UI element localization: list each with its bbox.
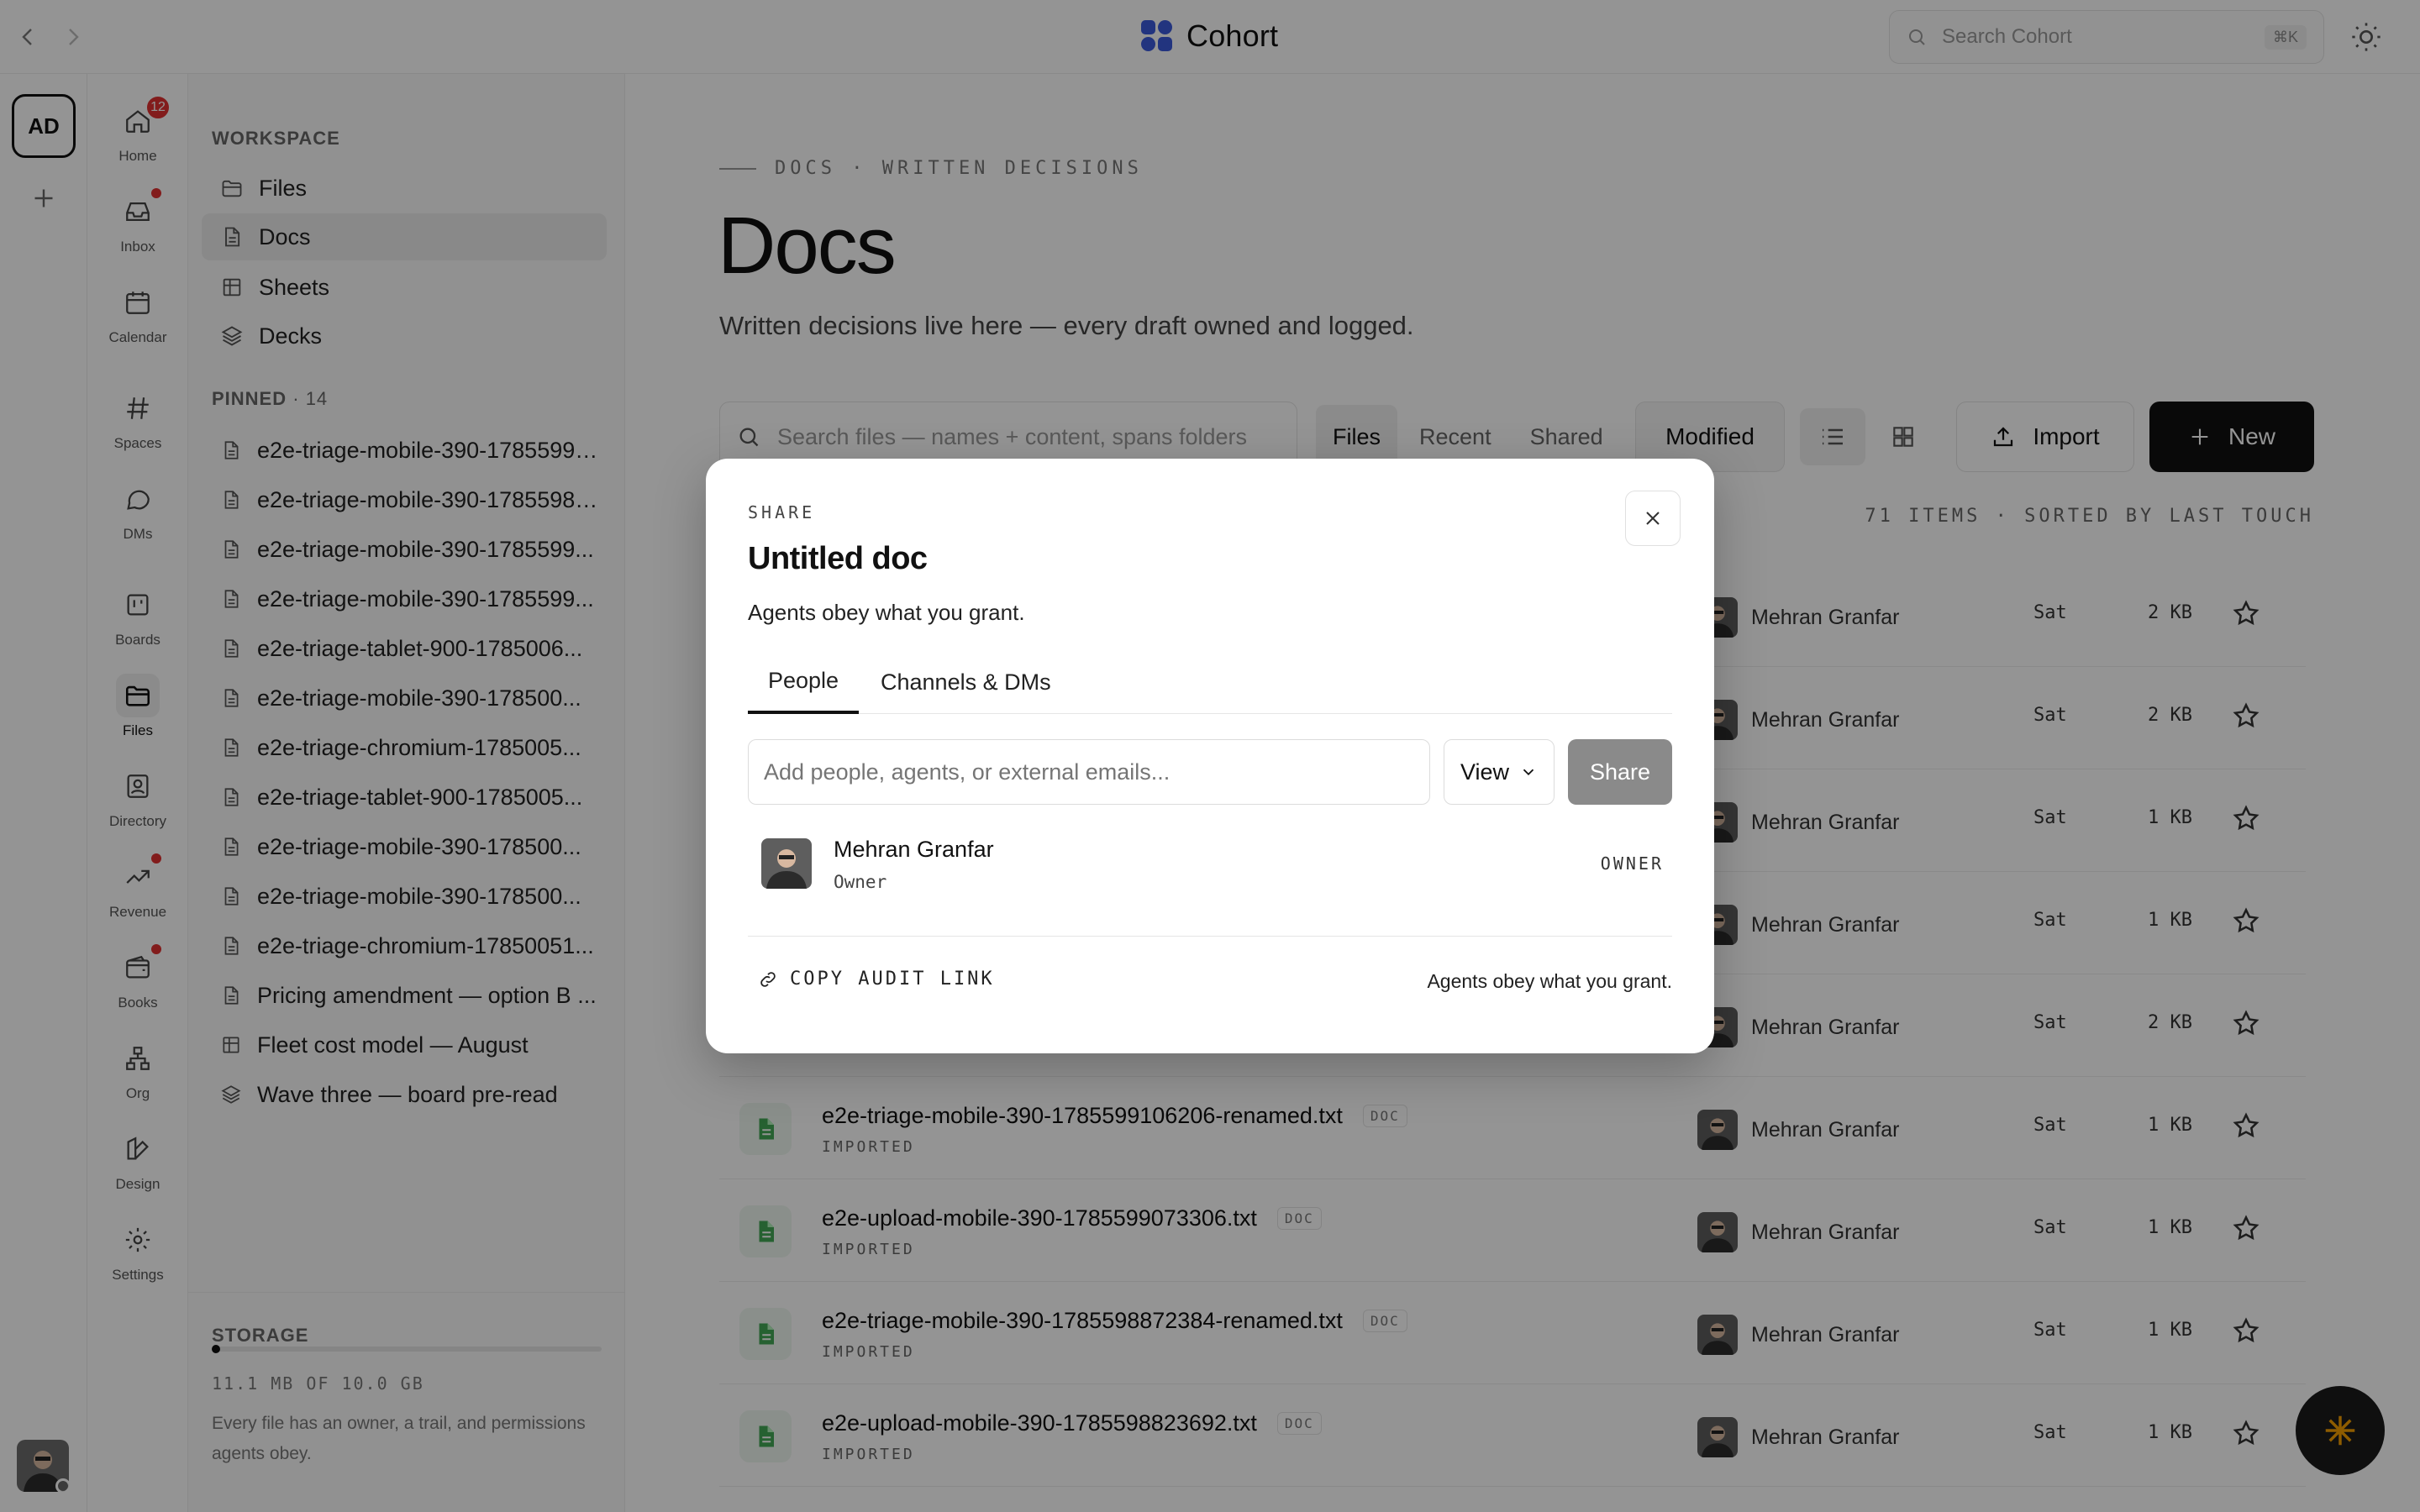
share-dialog: SHARE Untitled doc Agents obey what you … [706, 459, 1714, 1053]
close-button[interactable] [1625, 491, 1681, 546]
dialog-footer-note: Agents obey what you grant. [1427, 970, 1672, 992]
tab-people[interactable]: People [748, 650, 860, 714]
link-icon [760, 971, 776, 987]
member-badge: OWNER [1600, 853, 1664, 874]
dialog-title: Untitled doc [748, 541, 928, 576]
dialog-subtitle: Agents obey what you grant. [748, 600, 1025, 625]
permission-value: View [1460, 759, 1510, 785]
permission-select[interactable]: View [1444, 739, 1555, 805]
invite-input[interactable] [748, 739, 1430, 805]
chevron-down-icon [1523, 769, 1534, 776]
close-icon [1646, 512, 1660, 525]
dialog-footer: COPY AUDIT LINK Agents obey what you gra… [748, 936, 1672, 1013]
tab-channels-dms[interactable]: Channels & DMs [881, 650, 1051, 714]
member-avatar [761, 838, 812, 889]
dialog-tabs: People Channels & DMs [748, 650, 1672, 714]
member-name: Mehran Granfar [834, 837, 994, 862]
share-button[interactable]: Share [1568, 739, 1672, 805]
member-row: Mehran Granfar Owner OWNER [748, 828, 1672, 907]
member-role: Owner [834, 872, 887, 892]
dialog-eyebrow: SHARE [748, 502, 816, 522]
copy-audit-link-label: COPY AUDIT LINK [790, 969, 995, 990]
copy-audit-link-button[interactable]: COPY AUDIT LINK [758, 969, 995, 990]
